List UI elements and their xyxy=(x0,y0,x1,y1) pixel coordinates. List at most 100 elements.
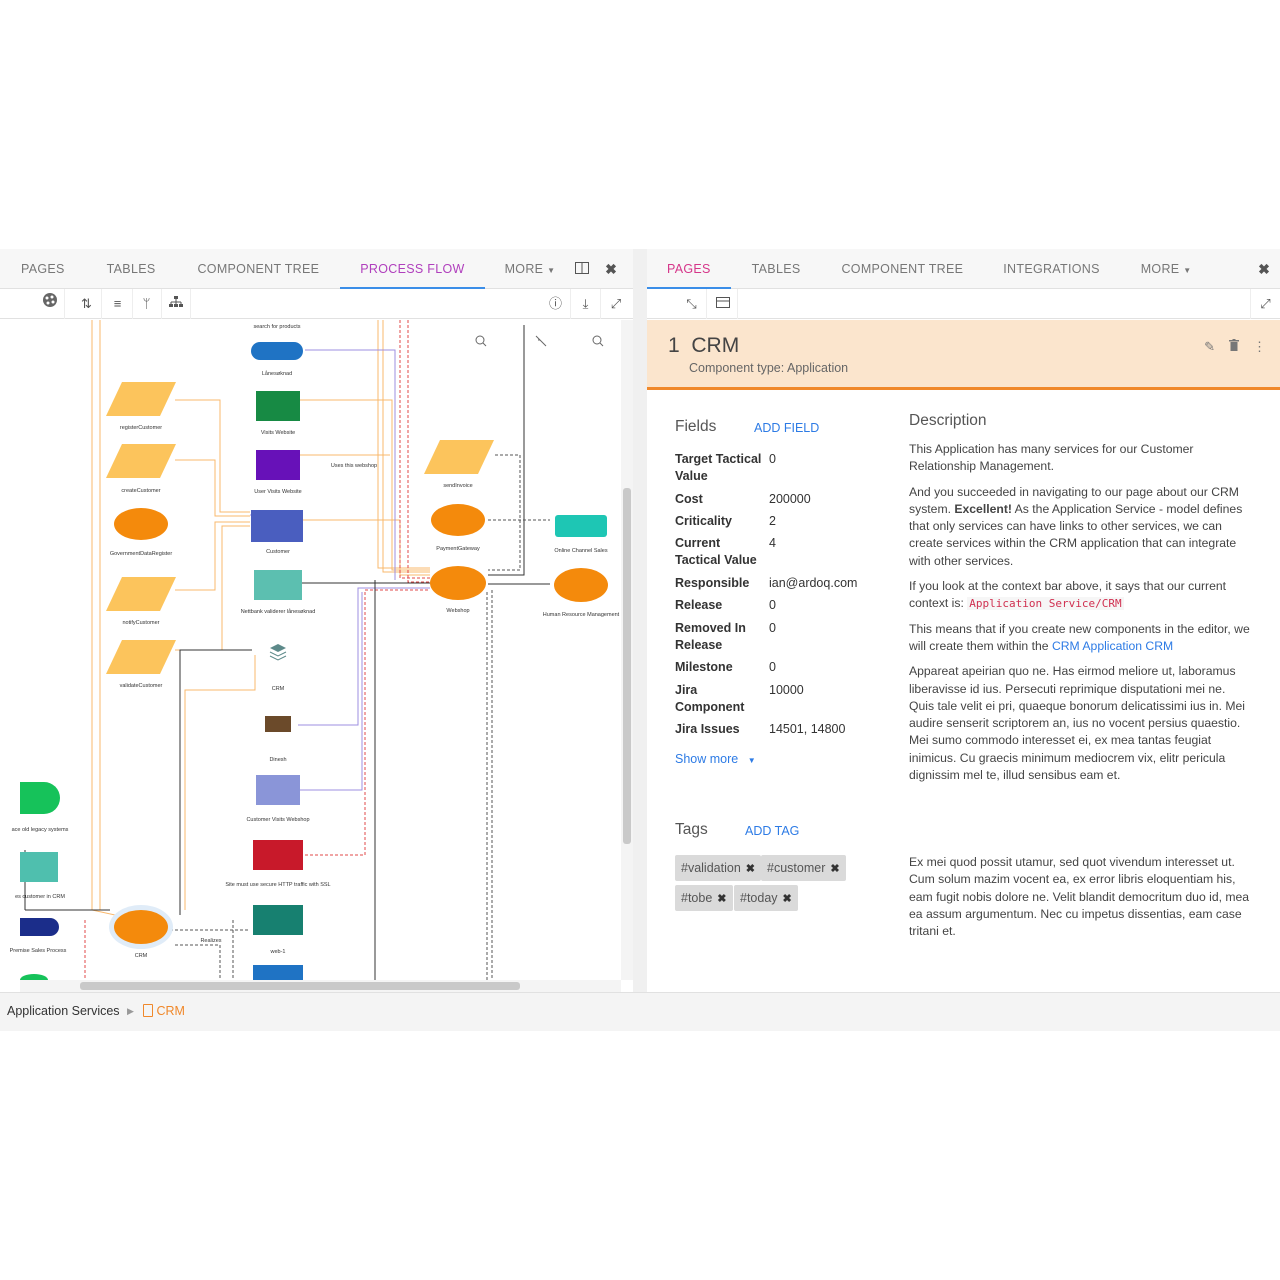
process-flow-diagram: search for products Lånesøknad Visits We… xyxy=(10,320,620,980)
premise-sales-node[interactable] xyxy=(20,918,59,936)
field-key: Criticality xyxy=(675,514,732,528)
expand-icon[interactable]: ⤢ xyxy=(601,289,631,319)
tab-more[interactable]: MORE ▼ xyxy=(485,249,576,289)
label-create-customer: createCustomer xyxy=(121,488,160,494)
remove-tag-icon[interactable]: ✖ xyxy=(746,863,755,875)
field-key: Cost xyxy=(675,492,703,506)
branch-icon[interactable]: ᛘ xyxy=(132,289,162,319)
label-visits-website: Visits Website xyxy=(261,430,295,436)
close-icon[interactable]: ✖ xyxy=(1251,249,1277,289)
field-key: Jira Issues xyxy=(675,722,740,736)
expand-icon[interactable]: ⤢ xyxy=(1250,289,1280,319)
description-title: Description xyxy=(909,412,987,429)
tab-more-right[interactable]: MORE ▼ xyxy=(1120,249,1213,289)
tab-tables[interactable]: TABLES xyxy=(86,249,177,289)
split-view-icon[interactable] xyxy=(569,249,595,289)
customer-in-crm-node[interactable] xyxy=(20,852,58,882)
field-value: 2 xyxy=(769,514,776,528)
description-bold: Excellent! xyxy=(954,501,1012,516)
server-node[interactable] xyxy=(253,965,303,980)
fields-title: Fields xyxy=(675,418,717,435)
crm-application-link[interactable]: CRM Application CRM xyxy=(1052,639,1173,653)
remove-tag-icon[interactable]: ✖ xyxy=(783,893,792,905)
tab-component-tree-right[interactable]: COMPONENT TREE xyxy=(821,249,983,289)
add-field-button[interactable]: ADD FIELD xyxy=(754,421,819,435)
label-premise-sales: Premise Sales Process xyxy=(10,948,67,954)
tag-chip[interactable]: #tobe ✖ xyxy=(675,885,733,911)
crm-oval-node[interactable] xyxy=(114,910,168,944)
label-customer-visits-webshop: Customer Visits Webshop xyxy=(246,817,309,823)
nettbank-node[interactable] xyxy=(254,570,302,600)
tab-pages-right[interactable]: PAGES xyxy=(647,249,731,289)
edit-icon[interactable]: ✎ xyxy=(1204,339,1215,355)
compress-icon[interactable]: ⤡ xyxy=(677,289,707,319)
user-visits-website-node[interactable] xyxy=(256,450,300,480)
visits-website-node[interactable] xyxy=(256,391,300,421)
table-view-icon[interactable] xyxy=(708,289,738,319)
zoom-out-icon[interactable] xyxy=(592,335,604,347)
collapse-icon[interactable] xyxy=(535,335,547,347)
field-key: Jira Component xyxy=(675,683,745,714)
label-send-invoice: sendInvoice xyxy=(443,483,472,489)
sort-desc-icon[interactable]: ≡ xyxy=(103,289,133,319)
label-validate-customer: validateCustomer xyxy=(120,683,163,689)
more-vertical-icon[interactable]: ⋮ xyxy=(1253,339,1266,355)
description-paragraph: And you succeeded in navigating to our p… xyxy=(909,484,1251,570)
tab-tables-right[interactable]: TABLES xyxy=(731,249,822,289)
customer-visits-webshop-node[interactable] xyxy=(256,775,300,805)
hierarchy-icon[interactable] xyxy=(161,289,191,319)
vertical-scrollbar[interactable] xyxy=(621,320,633,980)
component-name: CRM xyxy=(691,334,740,357)
sort-asc-icon[interactable]: ⇅ xyxy=(72,289,102,319)
field-value: 200000 xyxy=(769,492,811,506)
process-flow-canvas[interactable]: search for products Lånesøknad Visits We… xyxy=(0,320,621,980)
close-icon[interactable]: ✖ xyxy=(598,249,624,289)
tab-integrations[interactable]: INTEGRATIONS xyxy=(983,249,1119,289)
lanesoknad-node[interactable] xyxy=(251,342,303,360)
tag-chip[interactable]: #customer ✖ xyxy=(761,855,846,881)
web1-node[interactable] xyxy=(253,905,303,935)
ssl-node[interactable] xyxy=(253,840,303,870)
remove-tag-icon[interactable]: ✖ xyxy=(717,893,726,905)
horizontal-scrollbar[interactable] xyxy=(20,980,621,992)
palette-icon[interactable] xyxy=(35,289,65,319)
right-toolbar: ⤡ ⤢ xyxy=(647,289,1280,319)
show-more-button[interactable]: Show more ▼ xyxy=(675,752,756,766)
label-uses-webshop: Uses this webshop xyxy=(331,463,377,469)
remove-tag-icon[interactable]: ✖ xyxy=(830,863,839,875)
vertical-scrollbar-thumb[interactable] xyxy=(623,488,631,844)
right-tabbar: PAGES TABLES COMPONENT TREE INTEGRATIONS… xyxy=(647,249,1280,289)
responsible-email-link[interactable]: ian@ardoq.com xyxy=(769,575,889,592)
online-channel-sales-node[interactable] xyxy=(555,515,607,537)
horizontal-scrollbar-thumb[interactable] xyxy=(80,982,520,990)
legacy-node[interactable] xyxy=(20,782,60,814)
info-icon[interactable]: ⓘ xyxy=(541,289,571,319)
field-value: 4 xyxy=(769,536,776,550)
field-value: 0 xyxy=(769,598,776,612)
field-value: 0 xyxy=(769,452,776,466)
component-type: Component type: Application xyxy=(689,361,849,375)
label-lanesoknad: Lånesøknad xyxy=(262,370,292,377)
tag-chip[interactable]: #validation ✖ xyxy=(675,855,761,881)
tab-component-tree[interactable]: COMPONENT TREE xyxy=(176,249,340,289)
tab-process-flow[interactable]: PROCESS FLOW xyxy=(340,249,485,289)
tag-chip[interactable]: #today ✖ xyxy=(734,885,798,911)
customer-node[interactable] xyxy=(251,510,303,542)
trash-icon[interactable] xyxy=(1229,339,1239,355)
tag-label: #tobe xyxy=(681,891,713,905)
label-hr-management: Human Resource Management xyxy=(543,612,620,618)
label-crm-top: CRM xyxy=(272,686,285,692)
right-panel: PAGES TABLES COMPONENT TREE INTEGRATIONS… xyxy=(647,249,1280,992)
tab-pages[interactable]: PAGES xyxy=(0,249,86,289)
field-value: 0 xyxy=(769,660,776,674)
field-key: Milestone xyxy=(675,660,733,674)
download-icon[interactable]: ⤓ xyxy=(571,289,601,319)
panel-divider[interactable] xyxy=(633,249,647,992)
label-legacy: ace old legacy systems xyxy=(12,827,69,833)
zoom-in-icon[interactable] xyxy=(475,335,487,347)
breadcrumb-current[interactable]: CRM xyxy=(143,1004,185,1018)
add-tag-button[interactable]: ADD TAG xyxy=(745,824,799,838)
breadcrumb-root[interactable]: Application Services xyxy=(7,1004,120,1018)
label-customer: Customer xyxy=(266,549,290,555)
oval-nodes xyxy=(114,504,608,602)
